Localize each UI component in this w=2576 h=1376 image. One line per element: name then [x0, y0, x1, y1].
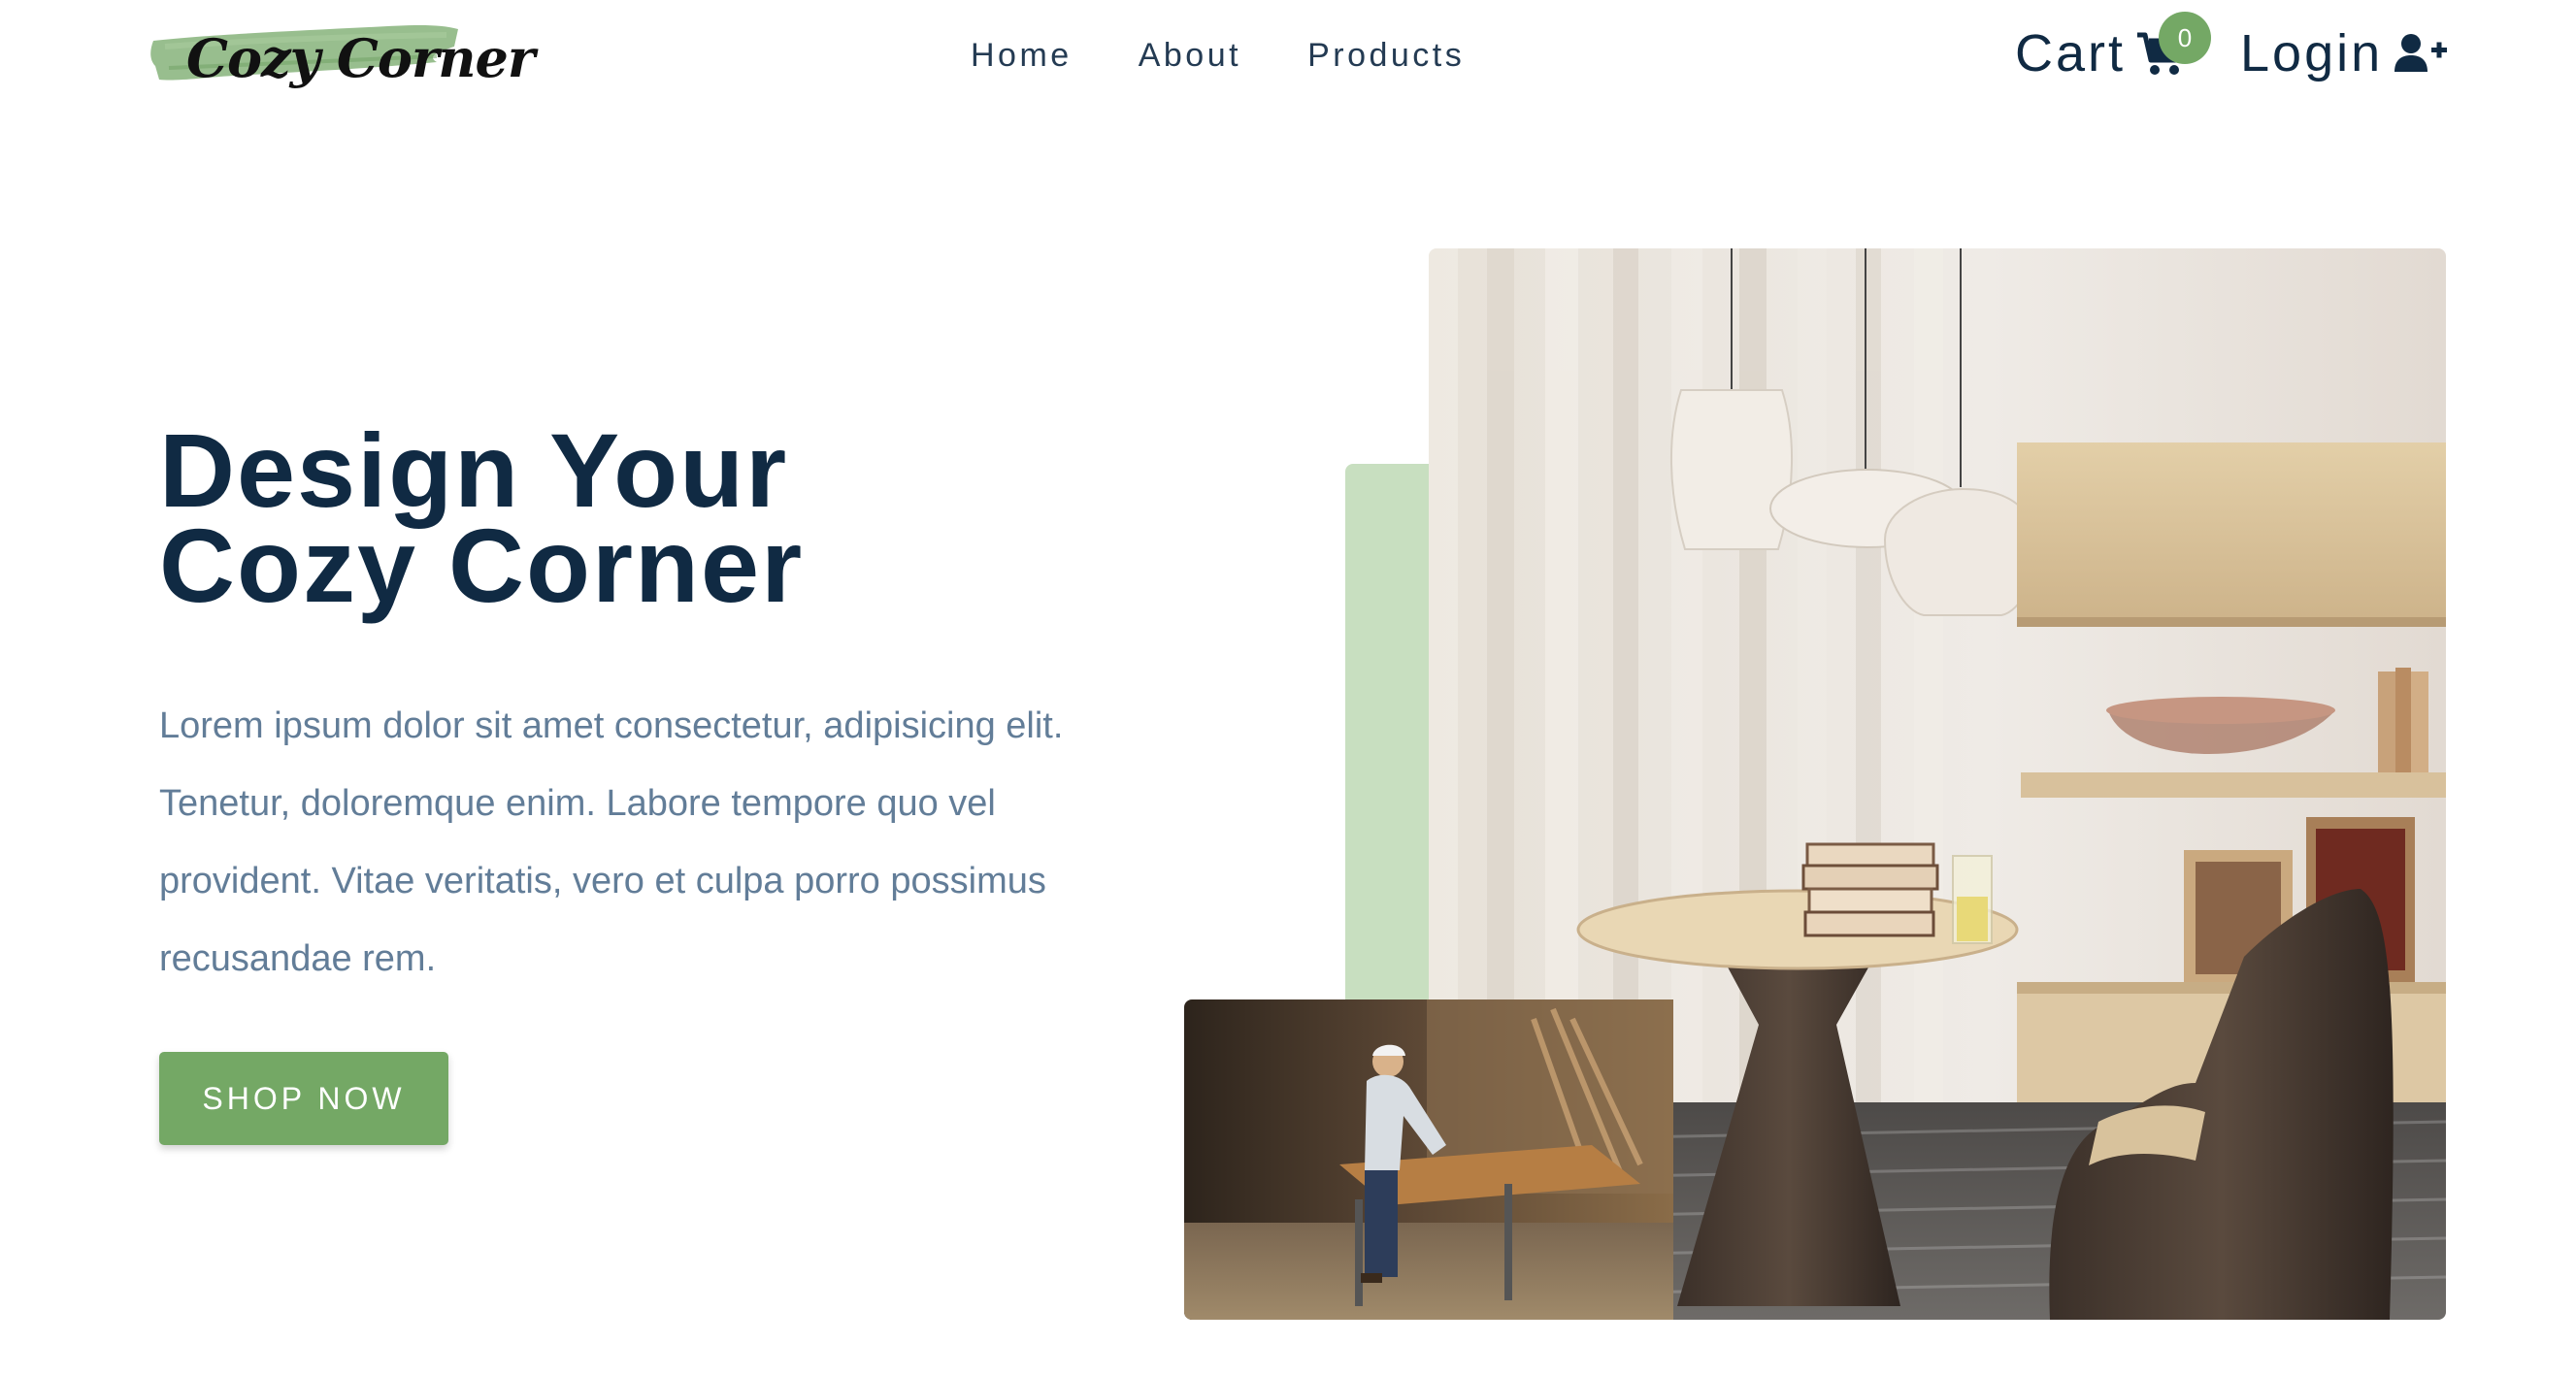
- main-nav: Home About Products: [971, 37, 1465, 75]
- hero-title: Design Your Cozy Corner: [159, 411, 936, 624]
- hero-description: Lorem ipsum dolor sit amet consectetur, …: [159, 705, 1064, 979]
- shop-now-button[interactable]: SHOP NOW: [159, 1052, 448, 1145]
- hero-title-line-2: Cozy Corner: [159, 507, 805, 624]
- login-label: Login: [2240, 24, 2384, 82]
- cart-label: Cart: [2015, 24, 2127, 82]
- nav-about[interactable]: About: [1139, 37, 1241, 75]
- logo[interactable]: Cozy Corner: [146, 17, 535, 97]
- green-accent-block: [1345, 464, 1442, 1007]
- hero-title-line-1: Design Your: [159, 411, 789, 529]
- hero-workshop-image: [1184, 999, 1673, 1320]
- nav-products[interactable]: Products: [1307, 37, 1465, 75]
- nav-home[interactable]: Home: [971, 37, 1073, 75]
- login-button[interactable]: Login: [2240, 23, 2448, 83]
- cart-count-badge: 0: [2159, 12, 2211, 64]
- cart-button[interactable]: Cart 0: [2015, 12, 2211, 83]
- logo-text: Cozy Corner: [186, 27, 535, 89]
- user-plus-icon: [2394, 33, 2448, 79]
